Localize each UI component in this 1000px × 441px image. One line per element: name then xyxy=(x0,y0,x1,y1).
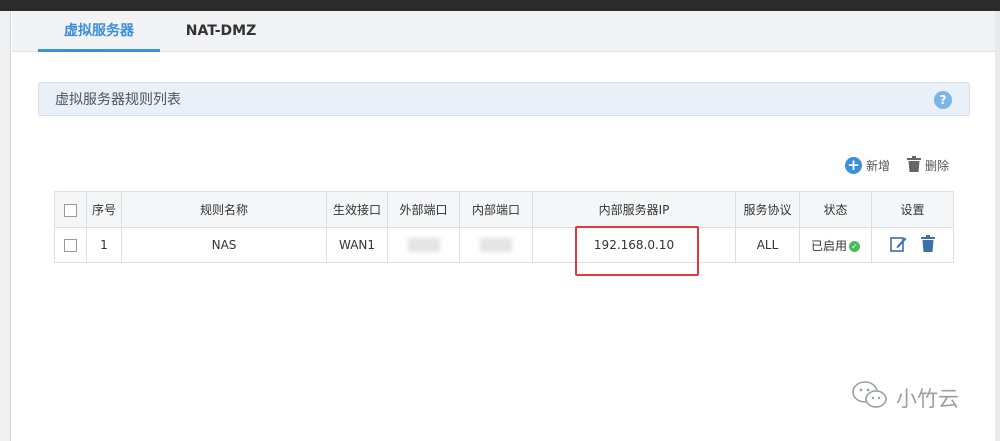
section-header: 虚拟服务器规则列表 ? xyxy=(38,82,970,116)
column-header-protocol: 服务协议 xyxy=(735,191,800,228)
column-header-internal-ip: 内部服务器IP xyxy=(532,191,736,228)
rules-table: 序号 规则名称 生效接口 外部端口 内部端口 内部服务器IP 服务协议 状态 设… xyxy=(54,191,954,263)
row-external-port xyxy=(387,227,460,263)
row-select-cell xyxy=(54,227,87,263)
trash-icon xyxy=(907,155,921,175)
chat-bubble-icon xyxy=(852,380,888,415)
help-icon[interactable]: ? xyxy=(934,91,952,109)
delete-row-icon[interactable] xyxy=(920,235,935,255)
column-header-index: 序号 xyxy=(86,191,122,228)
row-internal-port xyxy=(459,227,533,263)
window-top-bar xyxy=(0,0,1000,11)
column-header-internal-port: 内部端口 xyxy=(459,191,533,228)
edit-icon[interactable] xyxy=(890,235,907,255)
row-index: 1 xyxy=(86,227,122,263)
row-rule-name: NAS xyxy=(121,227,327,263)
table-row: 1 NAS WAN1 192.168.0.10 ALL 已启用 ✓ xyxy=(54,227,954,263)
row-status: 已启用 xyxy=(810,238,847,253)
tab-bar: 虚拟服务器 NAT-DMZ xyxy=(12,11,995,52)
plus-circle-icon: + xyxy=(845,156,862,174)
row-actions xyxy=(871,227,954,263)
column-header-external-port: 外部端口 xyxy=(387,191,460,228)
row-status-cell: 已启用 ✓ xyxy=(799,227,872,263)
select-all-cell xyxy=(54,191,87,228)
row-interface: WAN1 xyxy=(326,227,388,263)
column-header-interface: 生效接口 xyxy=(326,191,388,228)
table-header-row: 序号 规则名称 生效接口 外部端口 内部端口 内部服务器IP 服务协议 状态 设… xyxy=(54,191,954,228)
watermark: 小竹云 xyxy=(852,380,959,415)
select-all-checkbox[interactable] xyxy=(64,203,77,217)
right-scroll-edge xyxy=(995,11,1000,441)
blurred-external-port xyxy=(407,238,440,253)
row-protocol: ALL xyxy=(735,227,800,263)
column-header-status: 状态 xyxy=(799,191,872,228)
check-circle-icon: ✓ xyxy=(849,240,860,252)
section-title: 虚拟服务器规则列表 xyxy=(55,92,181,108)
tab-nat-dmz[interactable]: NAT-DMZ xyxy=(160,11,282,52)
column-header-settings: 设置 xyxy=(871,191,954,228)
delete-rules-button[interactable]: 删除 xyxy=(907,155,949,175)
watermark-text: 小竹云 xyxy=(896,386,959,411)
delete-rules-label: 删除 xyxy=(925,158,950,173)
add-rule-button[interactable]: + 新增 xyxy=(845,155,890,175)
blurred-internal-port xyxy=(480,238,512,253)
column-header-rule-name: 规则名称 xyxy=(121,191,327,228)
tab-virtual-server[interactable]: 虚拟服务器 xyxy=(38,11,160,52)
left-sidebar-edge xyxy=(0,11,11,441)
highlight-box xyxy=(575,226,699,276)
add-rule-label: 新增 xyxy=(866,158,891,173)
row-checkbox[interactable] xyxy=(64,239,77,252)
